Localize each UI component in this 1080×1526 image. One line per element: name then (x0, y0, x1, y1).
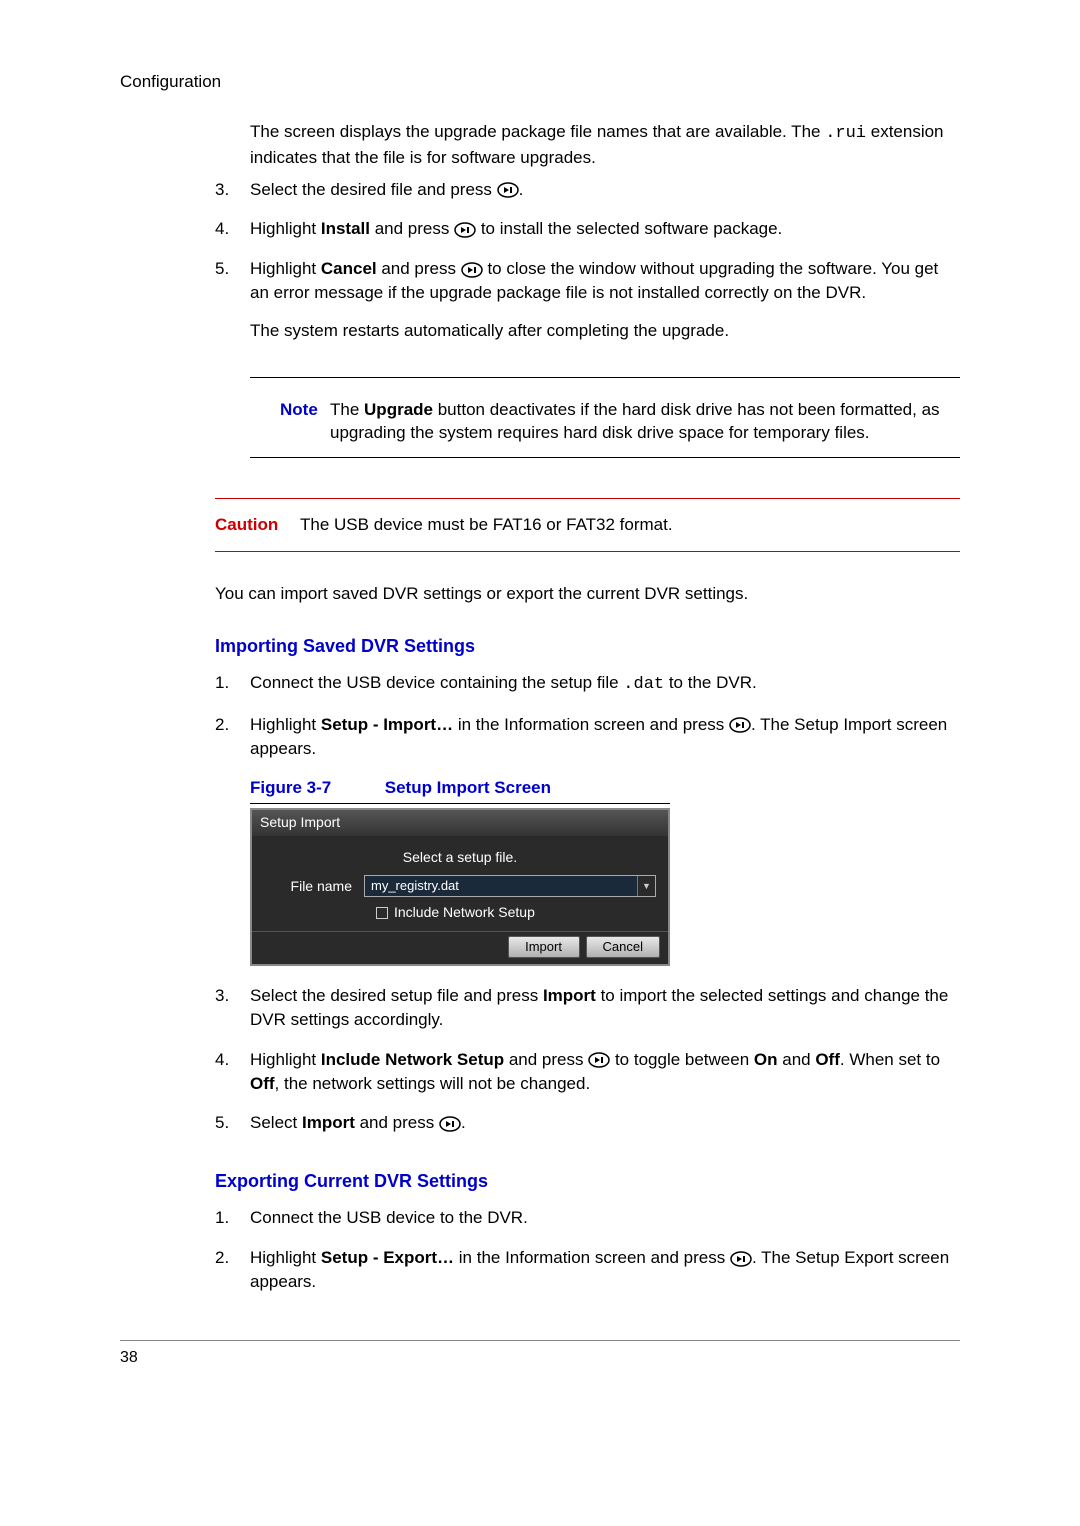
caution-label: Caution (215, 513, 300, 537)
caution-callout: Caution The USB device must be FAT16 or … (215, 498, 960, 552)
enter-icon (439, 1116, 461, 1132)
file-name-label: File name (264, 877, 364, 897)
enter-icon (454, 222, 476, 238)
section-header: Configuration (120, 70, 221, 94)
include-network-label: Include Network Setup (394, 903, 535, 923)
dialog-title: Setup Import (252, 810, 668, 836)
import-export-intro: You can import saved DVR settings or exp… (215, 582, 960, 606)
page-footer: 38 (120, 1340, 960, 1369)
enter-icon (729, 717, 751, 733)
intro-paragraph: The screen displays the upgrade package … (250, 120, 960, 170)
include-network-checkbox[interactable] (376, 907, 388, 919)
import-step-2: 2. Highlight Setup - Import… in the Info… (215, 713, 960, 767)
step-3: 3. Select the desired file and press . (215, 178, 960, 208)
export-step-2: 2. Highlight Setup - Export… in the Info… (215, 1246, 960, 1300)
export-heading: Exporting Current DVR Settings (215, 1169, 960, 1194)
export-step-1: 1. Connect the USB device to the DVR. (215, 1206, 960, 1236)
import-step-4: 4. Highlight Include Network Setup and p… (215, 1048, 960, 1102)
note-callout: Note The Upgrade button deactivates if t… (250, 377, 960, 459)
import-step-5: 5. Select Import and press . (215, 1111, 960, 1141)
import-button[interactable]: Import (508, 936, 580, 958)
caution-text: The USB device must be FAT16 or FAT32 fo… (300, 513, 960, 537)
page-number: 38 (120, 1349, 138, 1366)
note-text: The Upgrade button deactivates if the ha… (330, 398, 960, 446)
include-network-row[interactable]: Include Network Setup (264, 903, 656, 923)
chevron-down-icon[interactable]: ▼ (637, 876, 655, 896)
file-name-dropdown[interactable]: my_registry.dat ▼ (364, 875, 656, 897)
dialog-instruction: Select a setup file. (264, 848, 656, 868)
setup-import-dialog: Setup Import Select a setup file. File n… (250, 808, 670, 966)
figure-caption: Figure 3-7 Setup Import Screen (250, 776, 670, 804)
enter-icon (497, 182, 519, 198)
enter-icon (730, 1251, 752, 1267)
step-4: 4. Highlight Install and press to instal… (215, 217, 960, 247)
cancel-button[interactable]: Cancel (586, 936, 660, 958)
import-step-3: 3. Select the desired setup file and pre… (215, 984, 960, 1038)
step-5: 5. Highlight Cancel and press to close t… (215, 257, 960, 348)
import-heading: Importing Saved DVR Settings (215, 634, 960, 659)
import-step-1: 1. Connect the USB device containing the… (215, 671, 960, 703)
code-ext: .rui (825, 124, 866, 143)
enter-icon (588, 1052, 610, 1068)
note-label: Note (250, 398, 330, 446)
enter-icon (461, 262, 483, 278)
